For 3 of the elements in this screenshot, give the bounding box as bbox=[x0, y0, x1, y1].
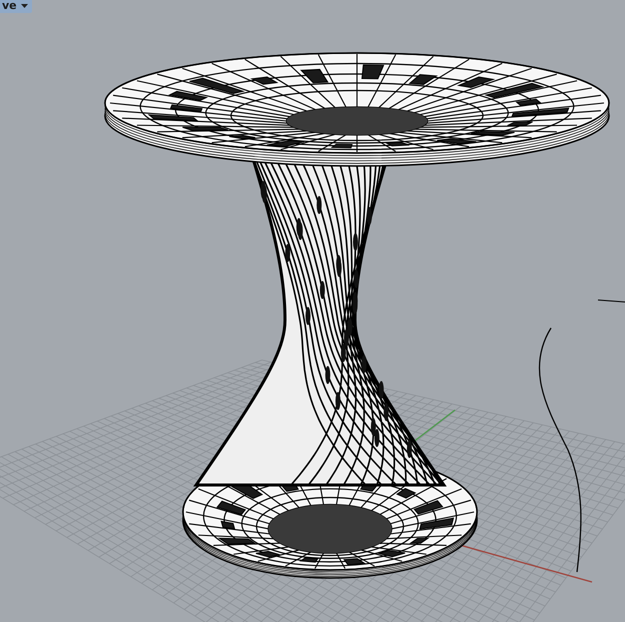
caret-icon bbox=[20, 4, 28, 8]
viewport-tab[interactable]: ve bbox=[0, 0, 32, 13]
curve-drawing bbox=[598, 300, 625, 302]
